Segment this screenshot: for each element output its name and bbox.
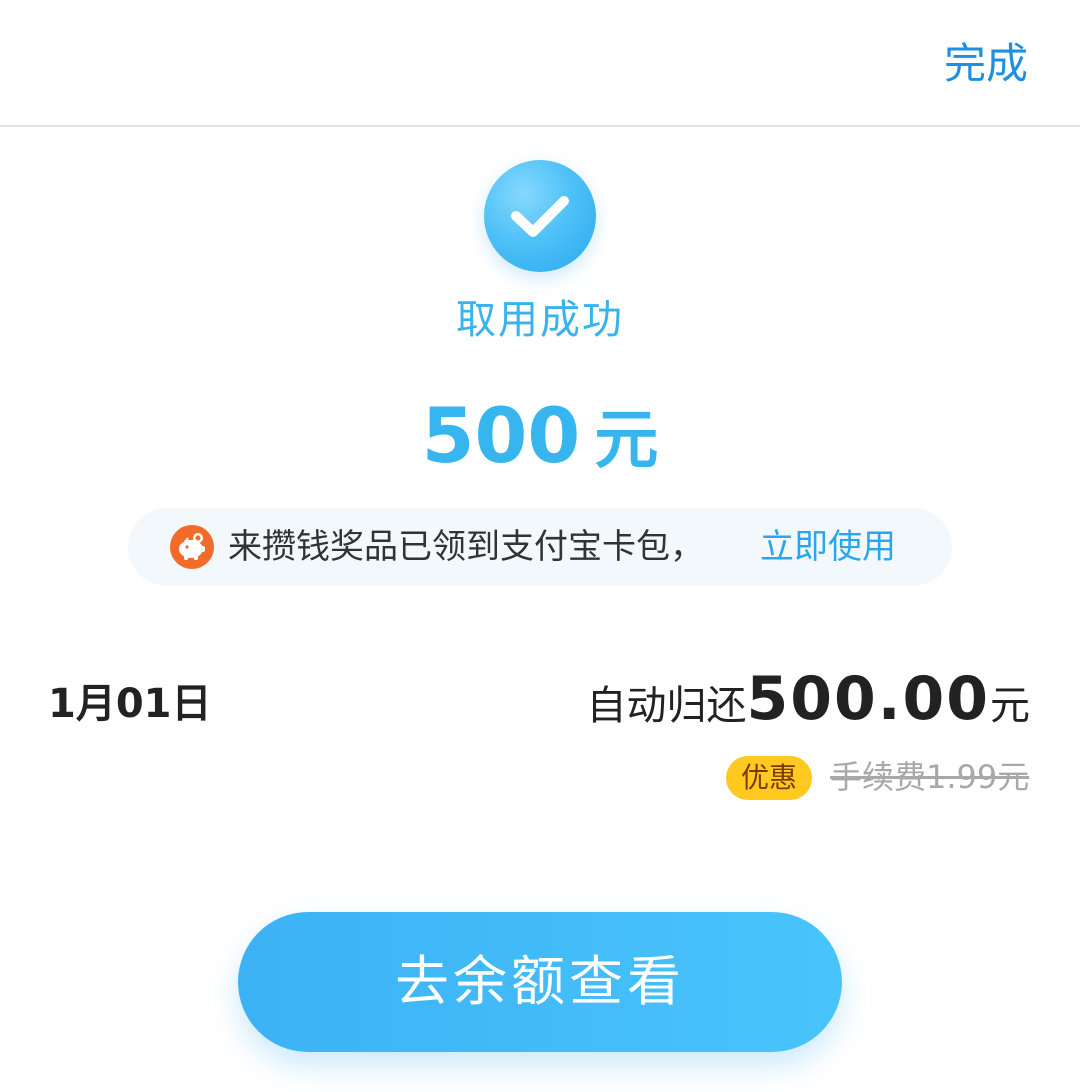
- top-bar: 完成: [0, 0, 1080, 127]
- done-button[interactable]: 完成: [944, 38, 1028, 90]
- original-fee: 手续费1.99元: [830, 758, 1030, 796]
- check-icon: [484, 160, 596, 272]
- discount-badge: 优惠: [726, 756, 812, 800]
- repayment-date: 1月01日: [48, 681, 212, 727]
- repayment-amount: 500.00: [746, 664, 990, 734]
- auto-repayment: 自动归还500.00元: [586, 664, 1030, 741]
- notice-text: 来攒钱奖品已领到支付宝卡包，: [228, 527, 704, 567]
- amount-value: 500: [421, 391, 581, 480]
- amount-unit: 元: [594, 404, 659, 478]
- repayment-unit: 元: [990, 683, 1030, 729]
- status-title: 取用成功: [456, 297, 624, 343]
- piggy-bank-icon: [170, 525, 214, 569]
- reward-notice: 来攒钱奖品已领到支付宝卡包， 立即使用: [128, 508, 952, 586]
- use-now-link[interactable]: 立即使用: [760, 522, 896, 572]
- view-balance-button[interactable]: 去余额查看: [238, 912, 842, 1052]
- withdraw-amount: 500 元: [0, 388, 1080, 489]
- repayment-label: 自动归还: [586, 683, 747, 729]
